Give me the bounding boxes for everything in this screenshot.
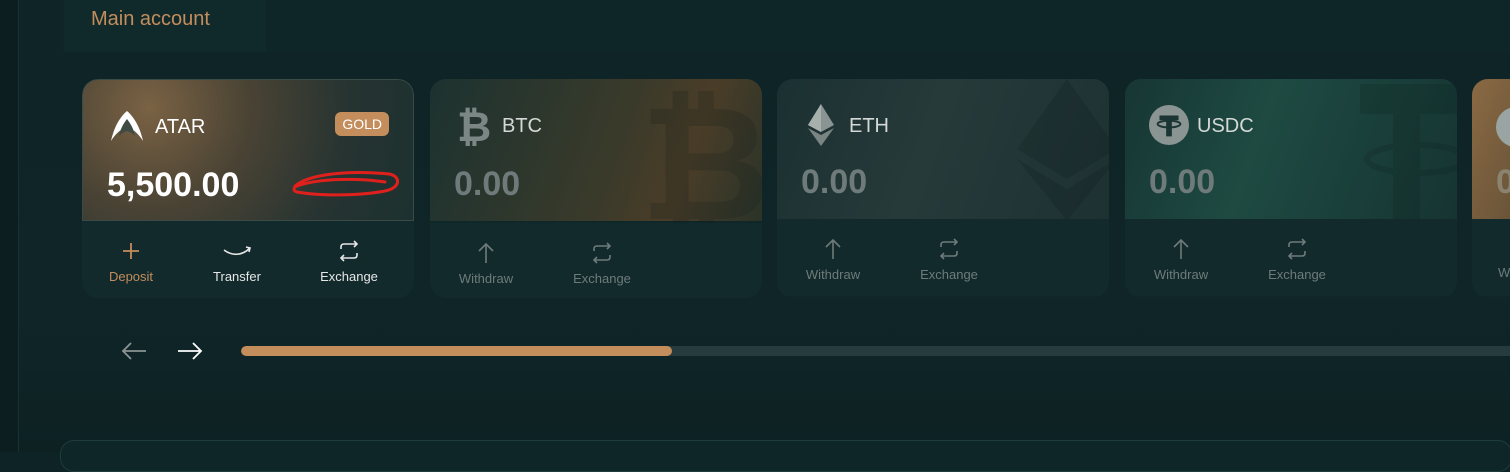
exchange-button[interactable]: Exchange [914,237,984,282]
bitcoin-icon: ₿ [454,103,494,147]
card-actions: Withdraw Exchange [430,223,762,298]
balance: 0.00 [1149,163,1216,201]
action-label: Deposit [108,269,154,284]
card-header: ATAR GOLD 5,500.00 [82,79,414,221]
page-title: Main account [91,8,210,30]
tether-watermark-icon [1360,84,1457,219]
arrow-up-icon [451,241,521,265]
wallet-card-next[interactable]: 0 W [1472,79,1510,298]
transfer-icon [202,239,272,263]
action-label: Withdraw [805,267,861,282]
exchange-button[interactable]: Exchange [567,241,637,286]
svg-text:₿: ₿ [457,103,491,147]
card-header: USDC 0.00 [1125,79,1457,221]
coin-name: USDC [1197,115,1254,137]
arrow-right-icon [178,342,203,360]
exchange-button[interactable]: Exchange [314,239,384,284]
header-band [60,0,1510,52]
exchange-button[interactable]: Exchange [1262,237,1332,282]
withdraw-button[interactable]: Withdraw [798,237,868,282]
exchange-icon [1262,237,1332,261]
atar-logo-icon [107,106,147,146]
action-label: W [1498,265,1510,280]
withdraw-button[interactable]: Withdraw [451,241,521,286]
wallet-card-usdc[interactable]: USDC 0.00 Withdraw Exchange [1125,79,1457,298]
arrow-up-icon [798,237,868,261]
wallet-card-eth[interactable]: ETH 0.00 Withdraw Exchange [777,79,1109,298]
carousel-next-button[interactable] [175,338,205,364]
wallet-card-atar[interactable]: ATAR GOLD 5,500.00 Deposit Transfer Exch… [82,79,414,298]
balance: 0.00 [454,165,521,203]
exchange-icon [567,241,637,265]
carousel-prev-button[interactable] [119,338,149,364]
plus-icon [96,239,166,263]
withdraw-button[interactable]: Withdraw [1146,237,1216,282]
exchange-icon [314,239,384,263]
wallet-card-btc[interactable]: ₿ ₿ BTC 0.00 Withdraw Exchange [430,79,762,298]
deposit-button[interactable]: Deposit [96,239,166,284]
card-actions: Withdraw Exchange [777,219,1109,296]
carousel-progress-fill [241,346,673,356]
scribble-annotation [292,171,399,197]
action-label: Exchange [1268,267,1326,282]
arrow-left-icon [121,342,146,360]
ethereum-icon [801,104,841,146]
carousel-progress[interactable] [241,346,1510,356]
coin-icon [1496,107,1510,147]
card-actions: Deposit Transfer Exchange [82,221,414,298]
left-rail [0,0,19,452]
card-header: ETH 0.00 [777,79,1109,221]
balance: 5,500.00 [107,166,240,204]
ethereum-watermark-icon [1017,79,1109,221]
balance: 0.00 [801,163,868,201]
card-actions: W [1472,219,1510,296]
action-label: Withdraw [1153,267,1209,282]
action-label: Exchange [320,269,378,284]
bottom-panel [60,440,1510,472]
card-header: 0 [1472,79,1510,219]
coin-name: BTC [502,115,542,137]
tether-icon [1149,105,1189,145]
action-label: Exchange [920,267,978,282]
balance: 0 [1496,163,1510,201]
transfer-button[interactable]: Transfer [202,239,272,284]
coin-name: ATAR [155,116,206,138]
tier-badge: GOLD [335,112,389,136]
action-label: Transfer [213,269,261,284]
bitcoin-watermark-icon: ₿ [640,89,762,229]
card-header: ₿ ₿ BTC 0.00 [430,79,762,229]
action-label: Withdraw [458,271,514,286]
action-label: Exchange [573,271,631,286]
exchange-icon [914,237,984,261]
coin-name: ETH [849,115,889,137]
card-actions: Withdraw Exchange [1125,219,1457,296]
arrow-up-icon [1146,237,1216,261]
svg-text:₿: ₿ [640,89,762,229]
